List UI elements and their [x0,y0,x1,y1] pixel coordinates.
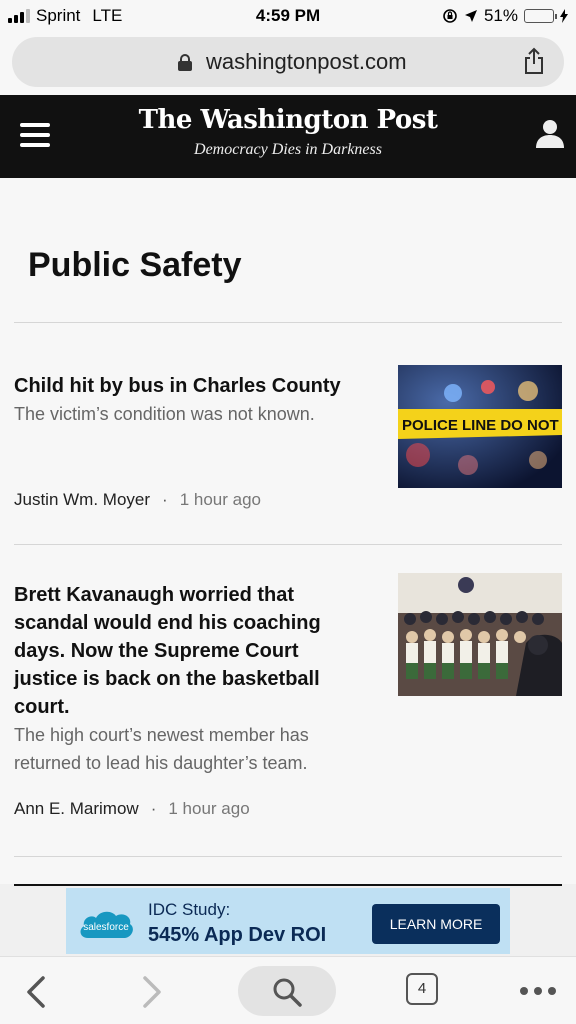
article-summary: The victim’s condition was not known. [14,404,315,424]
ad-line-2: 545% App Dev ROI [148,924,327,946]
search-icon [273,978,302,1007]
charging-icon [560,9,568,23]
battery-icon [524,9,557,23]
masthead[interactable]: The Washington Post Democracy Dies in Da… [0,105,576,159]
tabs-button[interactable]: 4 [406,973,438,1005]
battery-percent: 51% [483,6,518,25]
ad-line-1: IDC Study: [148,900,231,919]
author-name[interactable]: Ann E. Marimow [14,799,139,818]
more-menu-icon[interactable] [520,987,556,995]
timestamp: 1 hour ago [168,799,250,818]
article-thumbnail[interactable] [398,573,562,696]
article-byline: Ann E. Marimow · 1 hour ago [14,799,250,818]
article-thumbnail[interactable]: POLICE LINE DO NOT CROSS [398,365,562,488]
browser-toolbar: 4 [0,956,576,1024]
site-tagline: Democracy Dies in Darkness [194,141,382,158]
status-right: 51% [442,6,568,26]
divider [14,322,562,323]
article-item[interactable]: Brett Kavanaugh worried that scandal wou… [14,573,562,831]
site-header: The Washington Post Democracy Dies in Da… [0,95,576,178]
article-headline[interactable]: Child hit by bus in Charles County [14,372,354,400]
share-icon[interactable] [522,47,546,75]
user-account-icon[interactable] [534,117,566,149]
back-icon[interactable] [24,975,48,1009]
site-logo[interactable]: The Washington Post [0,105,576,135]
svg-text:salesforce: salesforce [83,922,129,933]
status-bar: Sprint LTE 4:59 PM 51% [0,0,576,34]
article-byline: Justin Wm. Moyer · 1 hour ago [14,490,261,509]
search-button[interactable] [238,966,336,1016]
article-summary: The high court’s newest member has retur… [14,725,309,773]
forward-icon[interactable] [140,975,164,1009]
timestamp: 1 hour ago [179,490,261,509]
ad-banner[interactable]: salesforce IDC Study: 545% App Dev ROI L… [66,888,510,954]
author-name[interactable]: Justin Wm. Moyer [14,490,150,509]
police-tape-text: POLICE LINE DO NOT CROSS [402,417,562,434]
location-icon [464,10,477,22]
orientation-lock-icon [443,9,457,23]
page-title: Public Safety [28,246,242,284]
learn-more-button[interactable]: LEARN MORE [372,904,500,944]
address-bar[interactable]: washingtonpost.com [12,37,564,87]
lock-icon [178,54,192,71]
ad-rule [14,884,562,886]
url-text[interactable]: washingtonpost.com [206,49,407,75]
salesforce-logo-icon: salesforce [80,911,133,938]
divider [14,544,562,545]
divider [14,856,562,857]
article-headline[interactable]: Brett Kavanaugh worried that scandal wou… [14,581,354,721]
article-item[interactable]: Child hit by bus in Charles County The v… [14,365,562,522]
